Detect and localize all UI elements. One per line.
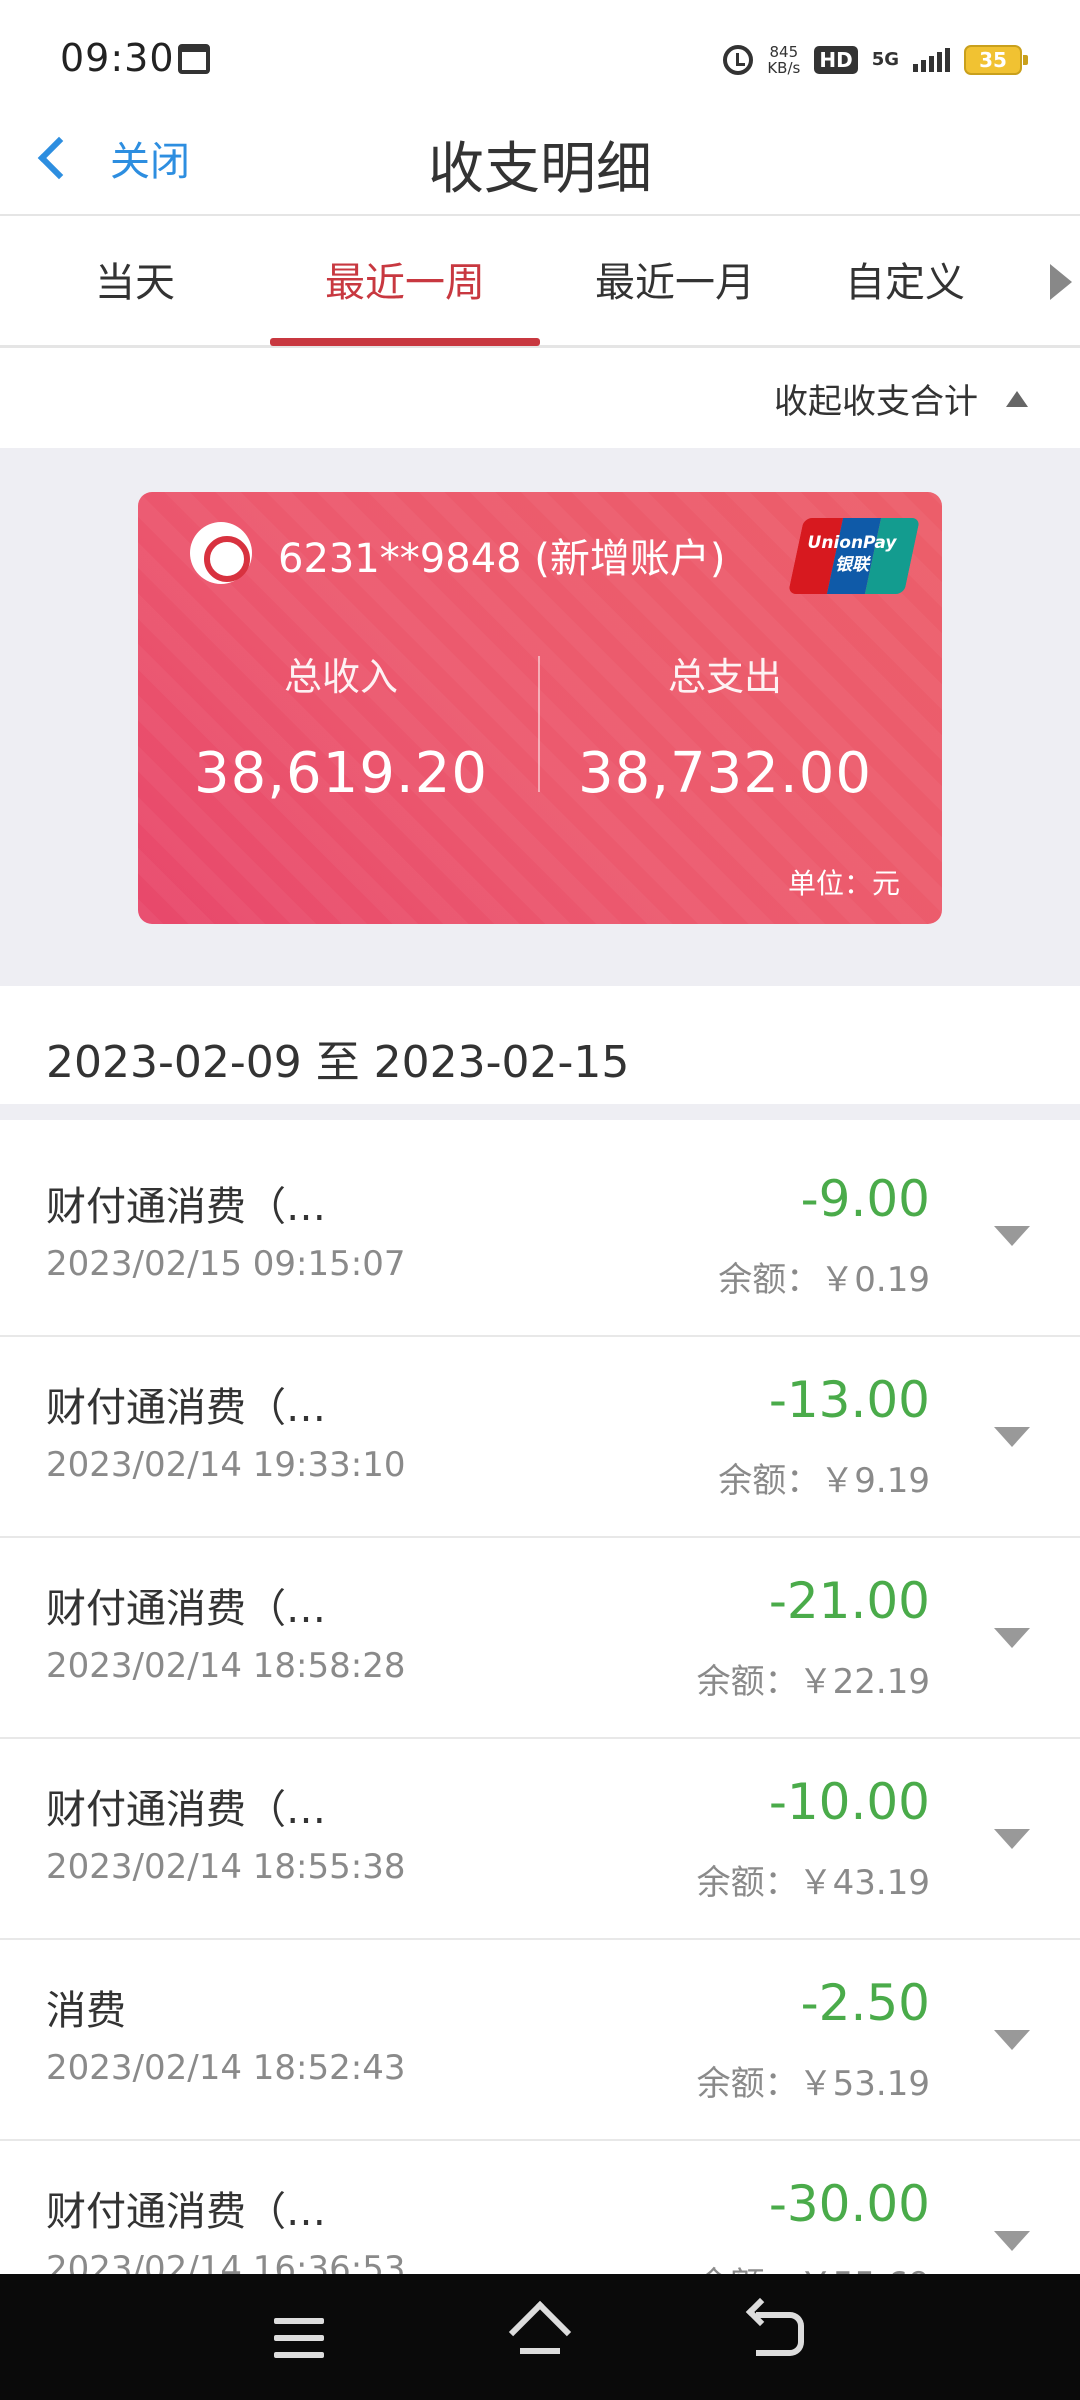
transaction-row[interactable]: 消费 2023/02/14 18:52:43 -2.50 余额：￥53.19	[0, 1940, 1080, 2141]
transaction-title: 消费	[46, 1988, 126, 2034]
page-title: 收支明细	[428, 137, 652, 202]
calendar-icon	[178, 44, 210, 74]
expand-triangle-icon[interactable]	[994, 2231, 1030, 2251]
income-summary: 总收入 38,619.20	[156, 646, 526, 806]
income-value: 38,619.20	[193, 741, 488, 806]
network-type: 5G	[871, 49, 899, 70]
header: 关闭 收支明细	[0, 100, 1080, 216]
expand-triangle-icon[interactable]	[994, 1628, 1030, 1648]
collapse-summary-label: 收起收支合计	[774, 382, 978, 422]
transaction-title: 财付通消费（…	[46, 1787, 326, 1833]
tab-last-month[interactable]: 最近一月	[540, 218, 810, 348]
account-summary-card: 6231**9848 (新增账户) UnionPay 银联 总收入 38,619…	[138, 492, 942, 924]
account-number: 6231**9848 (新增账户)	[278, 536, 726, 582]
home-icon[interactable]	[508, 2300, 572, 2364]
transaction-amount: -10.00	[768, 1773, 930, 1831]
expand-triangle-icon[interactable]	[994, 2030, 1030, 2050]
transaction-row[interactable]: 财付通消费（… 2023/02/14 19:33:10 -13.00 余额：￥9…	[0, 1337, 1080, 1538]
transaction-time: 2023/02/14 18:52:43	[46, 2048, 406, 2088]
transaction-list: 财付通消费（… 2023/02/15 09:15:07 -9.00 余额：￥0.…	[0, 1136, 1080, 2342]
network-speed: 845 KB/s	[767, 44, 800, 76]
transaction-title: 财付通消费（…	[46, 2189, 326, 2235]
expense-label: 总支出	[667, 655, 782, 699]
expense-value: 38,732.00	[577, 741, 872, 806]
caret-up-icon	[1006, 390, 1028, 407]
battery-icon: 35	[964, 45, 1028, 75]
transaction-row[interactable]: 财付通消费（… 2023/02/14 18:58:28 -21.00 余额：￥2…	[0, 1538, 1080, 1739]
transaction-title: 财付通消费（…	[46, 1586, 326, 1632]
transaction-title: 财付通消费（…	[46, 1184, 326, 1230]
hd-icon: HD	[814, 46, 858, 74]
transaction-time: 2023/02/14 19:33:10	[46, 1445, 406, 1485]
transaction-balance: 余额：￥22.19	[696, 1662, 930, 1702]
transaction-amount: -21.00	[768, 1572, 930, 1630]
collapse-summary-button[interactable]: 收起收支合计	[774, 374, 1028, 423]
summary-toggle-row: 收起收支合计	[0, 350, 1080, 446]
active-tab-indicator	[270, 338, 540, 346]
alarm-icon	[723, 45, 754, 75]
transaction-balance: 余额：￥9.19	[718, 1461, 930, 1501]
unionpay-logo-text: UnionPay 银联	[802, 532, 902, 576]
transaction-balance: 余额：￥53.19	[696, 2064, 930, 2104]
status-icons: 845 KB/s HD 5G 35	[723, 40, 1028, 80]
transaction-balance: 余额：￥0.19	[718, 1260, 930, 1300]
expand-triangle-icon[interactable]	[994, 1829, 1030, 1849]
tab-custom[interactable]: 自定义	[790, 218, 1020, 348]
expand-triangle-icon[interactable]	[994, 1427, 1030, 1447]
back-icon[interactable]	[756, 2312, 804, 2356]
transaction-time: 2023/02/14 18:58:28	[46, 1646, 406, 1686]
tab-today[interactable]: 当天	[0, 218, 270, 348]
transaction-balance: 余额：￥43.19	[696, 1863, 930, 1903]
signal-icon	[913, 48, 950, 72]
expand-triangle-icon[interactable]	[994, 1226, 1030, 1246]
period-tabs: 当天 最近一周 最近一月 自定义	[0, 218, 1080, 348]
unionpay-text-en: UnionPay	[807, 533, 897, 553]
date-range-header: 2023-02-09 至 2023-02-15	[0, 986, 1080, 1120]
unionpay-text-cn: 银联	[835, 555, 869, 575]
income-label: 总收入	[283, 655, 398, 699]
tab-last-week[interactable]: 最近一周	[270, 218, 540, 348]
network-speed-unit: KB/s	[767, 59, 801, 77]
date-range-text: 2023-02-09 至 2023-02-15	[46, 1037, 630, 1088]
menu-icon[interactable]	[274, 2318, 324, 2358]
expense-summary: 总支出 38,732.00	[540, 646, 910, 806]
tab-scroll-right-icon[interactable]	[1050, 264, 1072, 300]
transaction-amount: -2.50	[800, 1974, 930, 2032]
bank-logo-icon	[190, 522, 252, 584]
transaction-time: 2023/02/14 18:55:38	[46, 1847, 406, 1887]
system-nav-bar	[0, 2274, 1080, 2400]
status-time: 09:30	[60, 36, 175, 80]
transaction-row[interactable]: 财付通消费（… 2023/02/15 09:15:07 -9.00 余额：￥0.…	[0, 1136, 1080, 1337]
transaction-amount: -9.00	[800, 1170, 930, 1228]
unit-label: 单位：元	[787, 867, 900, 900]
status-bar: 09:30 845 KB/s HD 5G 35	[0, 0, 1080, 100]
transaction-amount: -13.00	[768, 1371, 930, 1429]
transaction-title: 财付通消费（…	[46, 1385, 326, 1431]
transaction-amount: -30.00	[768, 2175, 930, 2233]
transaction-row[interactable]: 财付通消费（… 2023/02/14 18:55:38 -10.00 余额：￥4…	[0, 1739, 1080, 1940]
transaction-time: 2023/02/15 09:15:07	[46, 1244, 406, 1284]
